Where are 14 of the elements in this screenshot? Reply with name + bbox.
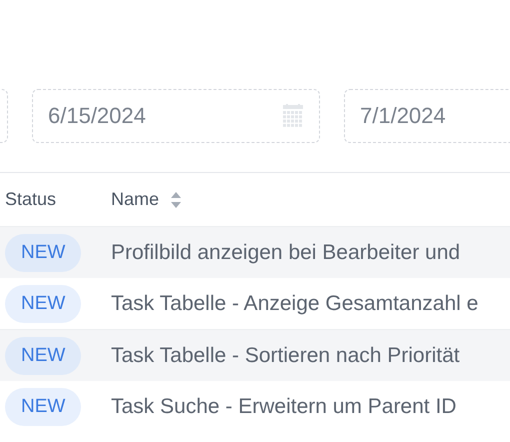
calendar-icon[interactable] [282,104,304,128]
date-field[interactable]: 6/15/2024 [32,89,320,143]
status-badge: NEW [5,336,82,374]
status-badge: NEW [5,234,82,272]
date-field[interactable]: 7/1/2024 [344,89,510,143]
column-header[interactable]: Name [111,189,182,210]
status-badge: NEW [5,388,82,426]
status-badge: NEW [5,284,82,322]
sort-icon[interactable] [171,192,182,208]
table-cell: Task Tabelle - Sortieren nach Priorität [111,344,460,366]
column-header[interactable]: Status [5,189,56,210]
table-cell: Task Tabelle - Anzeige Gesamtanzahl e [111,292,478,314]
table-cell: Task Suche - Erweitern um Parent ID [111,394,456,418]
table-cell: Profilbild anzeigen bei Bearbeiter und [111,240,460,264]
